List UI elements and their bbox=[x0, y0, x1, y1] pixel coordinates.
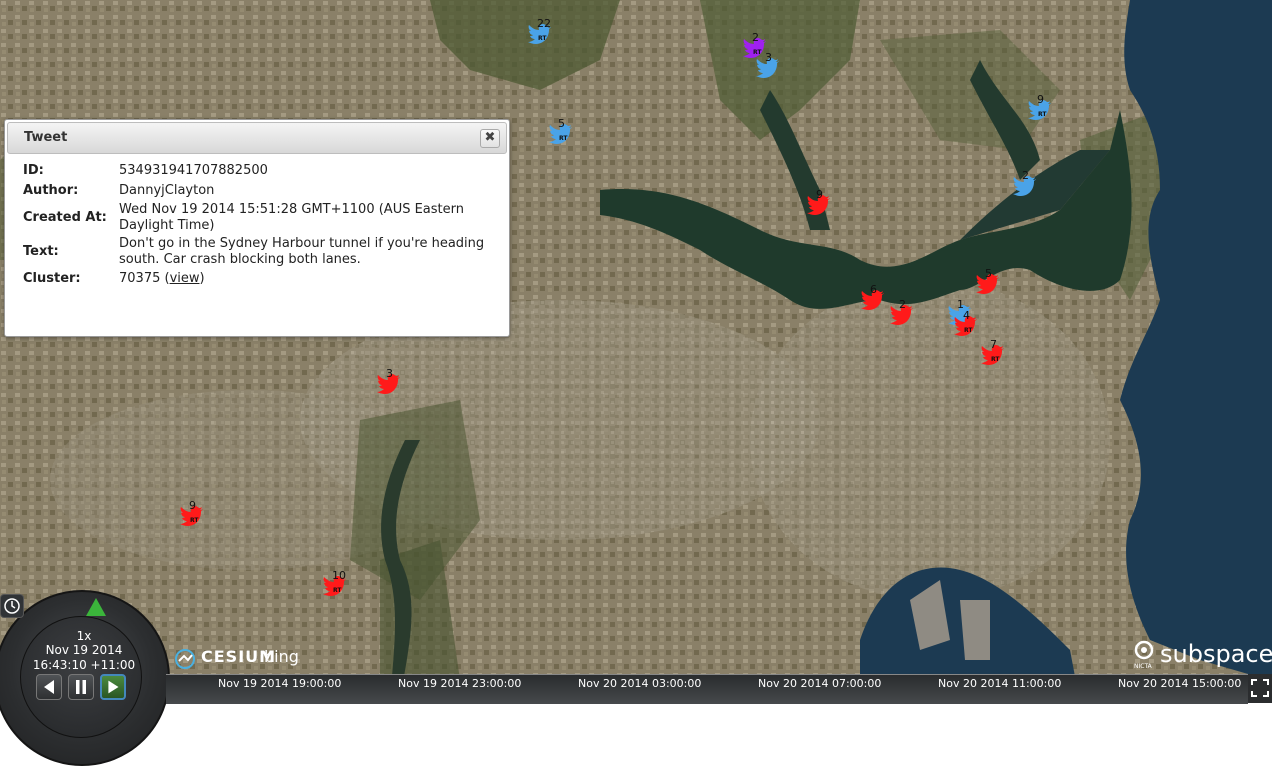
marker-count: 2 bbox=[1022, 169, 1029, 182]
cluster-value: 70375 bbox=[119, 271, 161, 286]
timeline-tick-label: Nov 20 2014 07:00:00 bbox=[758, 677, 882, 690]
fullscreen-button[interactable] bbox=[1248, 674, 1272, 703]
tweet-details-table: ID: 534931941707882500 Author: DannyjCla… bbox=[19, 161, 493, 289]
marker-count: 5 bbox=[558, 117, 565, 130]
pause-icon bbox=[76, 680, 86, 694]
clock-icon[interactable] bbox=[0, 594, 24, 618]
marker-count: 9 bbox=[1037, 93, 1044, 106]
clock-time: 16:43:10 +11:00 bbox=[32, 658, 136, 672]
tweet-marker[interactable]: 2 bbox=[1013, 170, 1039, 196]
tweet-id-row: ID: 534931941707882500 bbox=[19, 161, 493, 181]
subspace-logo: subspace bbox=[1160, 640, 1272, 668]
marker-count: 6 bbox=[870, 283, 877, 296]
tweet-marker[interactable]: 9 bbox=[807, 189, 833, 215]
retweet-badge: RT bbox=[991, 356, 1000, 363]
tweet-marker[interactable]: 10 RT bbox=[323, 570, 349, 596]
tweet-marker[interactable]: 7 RT bbox=[981, 339, 1007, 365]
text-label: Text: bbox=[23, 244, 59, 259]
clock-date: Nov 19 2014 bbox=[45, 643, 123, 657]
popup-titlebar[interactable]: Tweet ✖ bbox=[7, 122, 507, 154]
retweet-badge: RT bbox=[964, 327, 973, 334]
retweet-badge: RT bbox=[190, 517, 199, 524]
created-value: Wed Nov 19 2014 15:51:28 GMT+1100 (AUS E… bbox=[119, 202, 464, 233]
tweet-marker[interactable]: 6 bbox=[861, 284, 887, 310]
marker-count: 4 bbox=[963, 309, 970, 322]
marker-count: 2 bbox=[752, 31, 759, 44]
tweet-author-row: Author: DannyjClayton bbox=[19, 181, 493, 201]
marker-count: 5 bbox=[985, 267, 992, 280]
tweet-marker[interactable]: 9 RT bbox=[180, 500, 206, 526]
retweet-badge: RT bbox=[559, 135, 568, 142]
marker-count: 9 bbox=[816, 188, 823, 201]
author-label: Author: bbox=[23, 183, 79, 198]
tweet-marker[interactable]: 5 RT bbox=[549, 118, 575, 144]
marker-count: 3 bbox=[765, 51, 772, 64]
tweet-marker[interactable]: 2 bbox=[890, 299, 916, 325]
tweet-marker[interactable]: 3 bbox=[377, 368, 403, 394]
marker-count: 7 bbox=[990, 338, 997, 351]
tweet-marker[interactable]: 22 RT bbox=[528, 18, 554, 44]
play-reverse-button[interactable] bbox=[36, 674, 62, 700]
tweet-marker[interactable]: 3 bbox=[756, 52, 782, 78]
retweet-badge: RT bbox=[538, 35, 547, 42]
marker-count: 22 bbox=[537, 17, 551, 30]
marker-count: 3 bbox=[386, 367, 393, 380]
rewind-icon bbox=[44, 680, 54, 694]
id-value: 534931941707882500 bbox=[119, 163, 268, 178]
terrain-layer bbox=[0, 0, 1272, 703]
id-label: ID: bbox=[23, 163, 44, 178]
tweet-marker[interactable]: 5 bbox=[976, 268, 1002, 294]
tweet-marker[interactable]: 9 RT bbox=[1028, 94, 1054, 120]
marker-count: 9 bbox=[189, 499, 196, 512]
close-icon[interactable]: ✖ bbox=[480, 129, 500, 148]
text-value: Don't go in the Sydney Harbour tunnel if… bbox=[119, 236, 485, 267]
timeline-tick-label: Nov 20 2014 15:00:00 bbox=[1118, 677, 1242, 690]
tweet-cluster-row: Cluster: 70375 (view) bbox=[19, 269, 493, 289]
cesium-logo-icon bbox=[175, 649, 195, 669]
cluster-cell: 70375 (view) bbox=[119, 271, 205, 286]
play-button[interactable] bbox=[100, 674, 126, 700]
clock-speed: 1x bbox=[76, 629, 92, 643]
marker-count: 10 bbox=[332, 569, 346, 582]
bing-logo: bing bbox=[264, 647, 299, 666]
speed-knob-icon[interactable] bbox=[84, 596, 108, 620]
fullscreen-icon bbox=[1251, 679, 1269, 697]
pause-button[interactable] bbox=[68, 674, 94, 700]
satellite-map[interactable] bbox=[0, 0, 1272, 703]
retweet-badge: RT bbox=[753, 49, 762, 56]
created-label: Created At: bbox=[23, 210, 107, 225]
timeline-tick-label: Nov 20 2014 03:00:00 bbox=[578, 677, 702, 690]
timeline-bar[interactable]: Nov 19 2014 19:00:00 Nov 19 2014 23:00:0… bbox=[166, 674, 1248, 704]
nicta-logo-icon bbox=[1134, 640, 1154, 660]
retweet-badge: RT bbox=[333, 587, 342, 594]
cluster-view-link[interactable]: view bbox=[170, 271, 200, 286]
popup-title: Tweet bbox=[24, 130, 68, 145]
tweet-text-row: Text: Don't go in the Sydney Harbour tun… bbox=[19, 235, 493, 269]
play-icon bbox=[108, 680, 119, 694]
tweet-marker[interactable]: 4 RT bbox=[954, 310, 980, 336]
tweet-created-row: Created At: Wed Nov 19 2014 15:51:28 GMT… bbox=[19, 201, 493, 235]
retweet-badge: RT bbox=[1038, 111, 1047, 118]
nicta-logo: NICTA bbox=[1134, 663, 1152, 670]
marker-count: 2 bbox=[899, 298, 906, 311]
timeline-tick-label: Nov 19 2014 23:00:00 bbox=[398, 677, 522, 690]
cluster-label: Cluster: bbox=[23, 271, 81, 286]
tweet-popup: Tweet ✖ ID: 534931941707882500 Author: D… bbox=[4, 119, 510, 337]
author-value: DannyjClayton bbox=[119, 183, 215, 198]
timeline-tick-label: Nov 19 2014 19:00:00 bbox=[218, 677, 342, 690]
timeline-tick-label: Nov 20 2014 11:00:00 bbox=[938, 677, 1062, 690]
